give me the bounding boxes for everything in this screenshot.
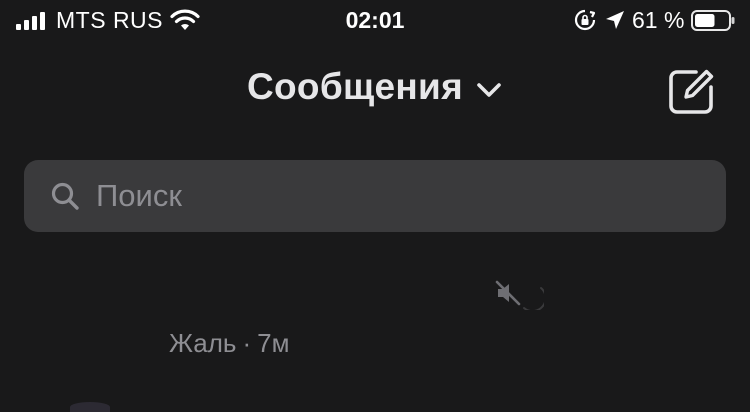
conversation-row[interactable] bbox=[0, 250, 750, 409]
location-arrow-icon bbox=[606, 11, 624, 29]
orientation-lock-icon bbox=[574, 9, 596, 31]
separator: · bbox=[242, 328, 252, 358]
avatar[interactable] bbox=[70, 402, 110, 412]
page-title: Сообщения bbox=[247, 66, 463, 107]
message-preview: Жаль · 7м bbox=[169, 328, 290, 359]
account-switcher[interactable]: Сообщения bbox=[247, 66, 503, 108]
battery-icon bbox=[691, 10, 735, 31]
status-bar: MTS RUS 02:01 61 % bbox=[0, 0, 750, 40]
search-icon bbox=[51, 182, 79, 210]
compose-icon[interactable] bbox=[666, 67, 716, 117]
loading-spinner-icon bbox=[523, 287, 544, 310]
search-input[interactable] bbox=[96, 160, 696, 232]
search-bar[interactable] bbox=[24, 160, 726, 232]
battery-percent: 61 % bbox=[632, 7, 685, 33]
header: Сообщения bbox=[0, 66, 750, 116]
chevron-down-icon bbox=[477, 83, 501, 97]
message-text: Жаль bbox=[169, 328, 237, 358]
message-time: 7м bbox=[257, 328, 290, 358]
